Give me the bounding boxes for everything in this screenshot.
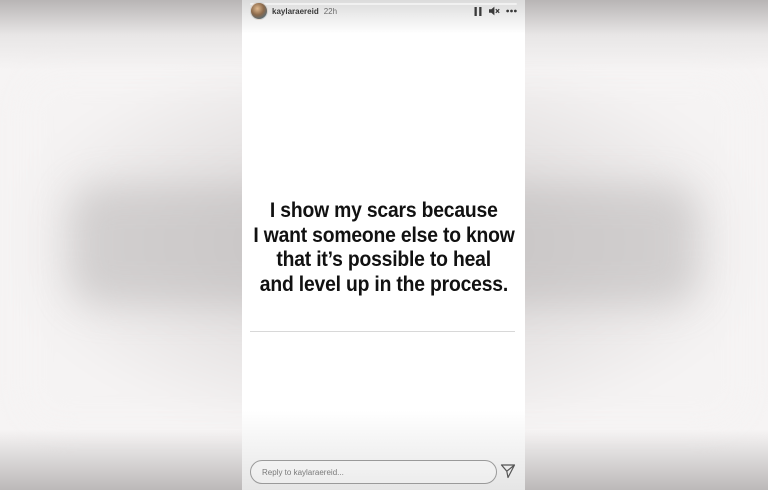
quote-line: that it’s possible to heal bbox=[276, 248, 491, 271]
post-time: 22h bbox=[323, 6, 338, 16]
story-viewer[interactable]: kaylaraereid 22h I show my scars because… bbox=[242, 0, 525, 490]
pause-icon[interactable] bbox=[472, 6, 483, 17]
send-icon[interactable] bbox=[500, 463, 516, 479]
divider bbox=[250, 331, 515, 332]
quote-card: I show my scars because I want someone e… bbox=[247, 165, 520, 331]
speaker-muted-icon[interactable] bbox=[489, 6, 500, 17]
quote-line: I show my scars because bbox=[269, 199, 498, 222]
avatar[interactable] bbox=[250, 2, 268, 20]
quote-line: I want someone else to know bbox=[252, 223, 515, 247]
quote-line: and level up in the process. bbox=[259, 272, 508, 296]
reply-placeholder: Reply to kaylaraereid... bbox=[262, 467, 344, 477]
reply-input[interactable]: Reply to kaylaraereid... bbox=[250, 460, 497, 484]
story-controls bbox=[472, 6, 517, 17]
more-options-icon[interactable] bbox=[506, 6, 517, 17]
username[interactable]: kaylaraereid bbox=[272, 7, 319, 16]
story-header: kaylaraereid 22h bbox=[250, 2, 517, 20]
